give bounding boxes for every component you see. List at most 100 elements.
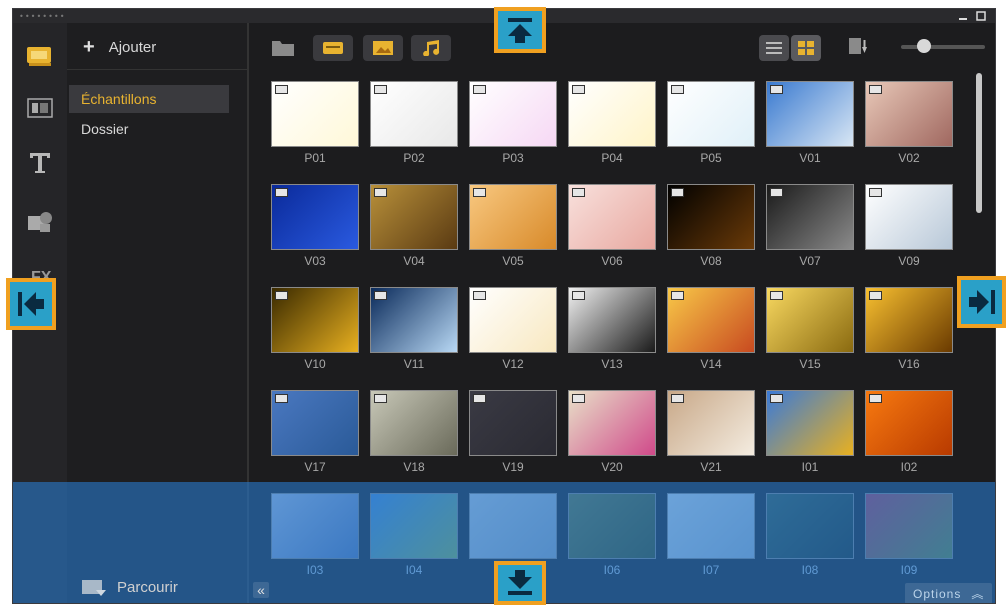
list-view-button[interactable] [759,35,789,61]
double-chevron-left-icon: « [257,582,265,598]
media-thumbnail[interactable]: P01 [271,81,361,171]
arrow-left-icon [18,292,44,316]
media-type-badge-icon [770,188,783,197]
media-thumbnail[interactable]: V07 [766,184,856,274]
media-thumbnail[interactable]: V15 [766,287,856,377]
thumbnail-image [568,287,656,353]
folder-item-folder[interactable]: Dossier [69,115,229,143]
media-thumbnail[interactable]: V20 [568,390,658,480]
thumbnail-label: V13 [601,357,623,371]
minimize-icon[interactable] [957,11,969,21]
thumbnail-image [370,81,458,147]
thumbnail-label: V08 [700,254,722,268]
show-photo-button[interactable] [363,35,403,61]
thumbnail-label: V07 [799,254,821,268]
media-thumbnail[interactable]: V16 [865,287,955,377]
media-thumbnail[interactable]: V13 [568,287,658,377]
media-type-badge-icon [671,85,684,94]
media-type-badge-icon [770,394,783,403]
media-thumbnail[interactable]: I01 [766,390,856,480]
media-thumbnail[interactable]: V14 [667,287,757,377]
media-type-badge-icon [374,85,387,94]
media-thumbnail[interactable]: V04 [370,184,460,274]
media-type-badge-icon [869,85,882,94]
collapse-panel-button[interactable]: « [253,582,269,598]
media-thumbnail[interactable]: V21 [667,390,757,480]
media-thumbnail[interactable]: P05 [667,81,757,171]
vertical-scrollbar[interactable] [976,73,982,213]
grid-view-icon [798,41,814,55]
options-label: Options [913,586,962,601]
arrow-up-icon [508,18,532,43]
media-type-badge-icon [374,188,387,197]
thumbnail-label: P01 [304,151,326,165]
scroll-right-button[interactable] [957,276,1006,328]
options-button[interactable]: Options ︽ [905,583,993,603]
scroll-up-button[interactable] [494,7,546,53]
folder-item-samples[interactable]: Échantillons [69,85,229,113]
media-thumbnail[interactable]: V05 [469,184,559,274]
zoom-slider-thumb[interactable] [917,39,931,53]
maximize-icon[interactable] [975,11,987,21]
media-thumbnail[interactable]: V06 [568,184,658,274]
media-category-icon[interactable] [23,41,57,71]
media-thumbnail[interactable]: I02 [865,390,955,480]
media-thumbnail[interactable]: V01 [766,81,856,171]
media-thumbnail[interactable]: V03 [271,184,361,274]
thumbnail-image [766,390,854,456]
add-folder-label: Ajouter [108,38,157,56]
thumbnail-image [568,81,656,147]
media-thumbnail[interactable]: V09 [865,184,955,274]
media-thumbnail[interactable]: V10 [271,287,361,377]
media-thumbnail[interactable]: P02 [370,81,460,171]
arrow-down-icon [508,570,532,595]
thumbnail-image [271,184,359,250]
photo-filter-icon [373,41,393,55]
text-category-icon[interactable] [23,147,57,177]
divider [67,69,247,70]
thumbnail-image [271,287,359,353]
media-thumbnail[interactable]: V18 [370,390,460,480]
media-thumbnail[interactable]: V12 [469,287,559,377]
browse-folder-icon [82,580,106,596]
media-type-badge-icon [374,394,387,403]
add-folder-button[interactable]: + Ajouter [83,37,156,57]
thumbnail-image [469,184,557,250]
media-thumbnail[interactable]: V17 [271,390,361,480]
thumbnail-label: V12 [502,357,524,371]
media-type-badge-icon [572,291,585,300]
media-type-badge-icon [473,291,486,300]
browse-button[interactable]: Parcourir [81,577,178,597]
thumbnail-image [667,81,755,147]
scroll-left-button[interactable] [6,278,56,330]
media-thumbnail[interactable]: V19 [469,390,559,480]
thumbnail-label: V01 [799,151,821,165]
media-type-badge-icon [473,394,486,403]
sort-button[interactable] [843,35,873,61]
title-category-icon[interactable] [23,93,57,123]
thumbnail-label: V19 [502,460,524,474]
drag-grip-icon[interactable]: •••••••• [19,12,66,21]
graphics-category-icon[interactable] [23,207,57,237]
thumbnail-view-button[interactable] [791,35,821,61]
media-type-badge-icon [473,188,486,197]
media-type-badge-icon [275,188,288,197]
folder-icon[interactable] [271,37,295,62]
arrow-right-icon [968,290,995,314]
show-video-button[interactable] [313,35,353,61]
thumbnail-label: I01 [801,460,819,474]
media-type-badge-icon [572,188,585,197]
scroll-down-button[interactable] [494,561,546,605]
media-thumbnail[interactable]: V02 [865,81,955,171]
media-thumbnail[interactable]: P04 [568,81,658,171]
thumbnail-label: V20 [601,460,623,474]
media-type-badge-icon [671,188,684,197]
media-thumbnail[interactable]: P03 [469,81,559,171]
media-type-badge-icon [572,85,585,94]
thumbnail-image [865,81,953,147]
media-thumbnail[interactable]: V11 [370,287,460,377]
sort-icon [849,38,867,54]
media-thumbnail[interactable]: V08 [667,184,757,274]
show-audio-button[interactable] [411,35,451,61]
zoom-slider-track[interactable] [901,45,985,49]
